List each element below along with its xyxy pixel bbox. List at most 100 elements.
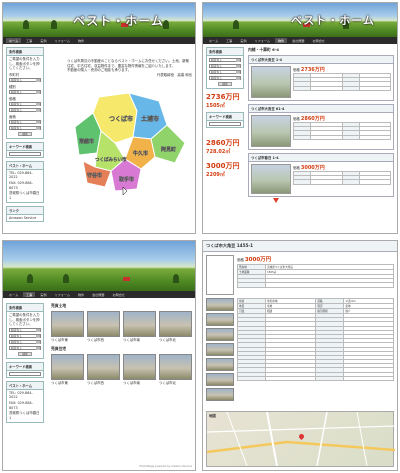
- city-select[interactable]: 指定なし: [9, 327, 41, 332]
- thumb-caption[interactable]: つくば市北: [159, 337, 192, 342]
- price-select[interactable]: 指定なし: [209, 70, 241, 74]
- photo-thumb[interactable]: [206, 313, 234, 326]
- nav-contact[interactable]: お問合せ: [310, 38, 328, 43]
- nav-contact[interactable]: お問合せ: [110, 292, 128, 297]
- thumb-caption[interactable]: つくば市南: [123, 380, 156, 385]
- thumb-caption[interactable]: つくば市東: [51, 337, 84, 342]
- nav-examples[interactable]: 実例: [37, 38, 49, 43]
- area-max-select[interactable]: 指定なし: [9, 125, 41, 130]
- type-select[interactable]: 指定なし: [9, 89, 41, 94]
- thumb-image[interactable]: [51, 311, 84, 337]
- location-map[interactable]: 地図: [206, 411, 395, 467]
- nav-reform[interactable]: リフォーム: [52, 38, 73, 43]
- tree-graphic: [27, 274, 33, 283]
- thumb-item[interactable]: つくば市北: [159, 311, 192, 342]
- listing-card[interactable]: つくば市大角豆 61-4 価格 2860万円: [248, 104, 394, 150]
- thumb-image[interactable]: [159, 311, 192, 337]
- listing-title[interactable]: つくば市大角豆 61-4: [249, 105, 393, 113]
- nav-reform[interactable]: リフォーム: [52, 292, 73, 297]
- region-map: つくば市 土浦市 阿見町 牛久市 常総市 つくばみらい市 守谷市 取手市: [71, 91, 191, 197]
- thumb-image[interactable]: [123, 354, 156, 380]
- thumb-image[interactable]: [51, 354, 84, 380]
- area-select[interactable]: 指定なし: [9, 119, 41, 124]
- thumb-image[interactable]: [87, 311, 120, 337]
- label-ushiku: 牛久市: [133, 150, 148, 157]
- nav-home[interactable]: ホーム: [6, 38, 22, 43]
- photo-thumb[interactable]: [206, 328, 234, 341]
- search-button[interactable]: 検索: [218, 82, 232, 86]
- thumb-item[interactable]: つくば市南: [123, 311, 156, 342]
- search-box: 条件検索 ご希望の条件を入力し、検索ボタンを押してください。 指定なし 指定なし…: [6, 303, 44, 359]
- listing-price: 3000万円: [300, 165, 325, 171]
- thumb-item[interactable]: つくば市西: [87, 354, 120, 385]
- area-select[interactable]: 指定なし: [209, 76, 241, 80]
- nav-property[interactable]: 物件: [75, 292, 87, 297]
- listing-price: 2860万円: [300, 116, 325, 122]
- photo-thumb[interactable]: [206, 388, 234, 401]
- nav-construction[interactable]: 工事: [23, 292, 36, 297]
- thumb-caption[interactable]: つくば市西: [87, 337, 120, 342]
- thumb-item[interactable]: つくば市南: [123, 354, 156, 385]
- price-max-select[interactable]: 指定なし: [9, 107, 41, 112]
- keyword-input[interactable]: [9, 371, 41, 376]
- thumb-image[interactable]: [123, 311, 156, 337]
- type-select[interactable]: 指定なし: [9, 333, 41, 338]
- field-label: 価格: [9, 96, 16, 101]
- thumb-item[interactable]: つくば市東: [51, 354, 84, 385]
- thumb-item[interactable]: つくば市西: [87, 311, 120, 342]
- nav-company[interactable]: 会社概要: [89, 292, 107, 297]
- photo-thumb[interactable]: [206, 343, 234, 356]
- floor-plan-image[interactable]: [251, 115, 291, 147]
- thumb-item[interactable]: つくば市北: [159, 354, 192, 385]
- thumb-image[interactable]: [159, 354, 192, 380]
- tree-graphic: [233, 20, 239, 29]
- search-intro: ご希望の条件を入力し、検索ボタンを押してください。: [9, 57, 40, 71]
- nav-company[interactable]: 会社概要: [289, 38, 307, 43]
- company-box: ベスト・ホーム TEL: 029-864-2022 FAX: 029-864-8…: [6, 160, 44, 204]
- search-button[interactable]: 検索: [18, 351, 32, 356]
- floor-plan-image[interactable]: [251, 164, 291, 194]
- thumb-caption[interactable]: つくば市北: [159, 380, 192, 385]
- photo-thumb[interactable]: [206, 298, 234, 311]
- thumb-caption[interactable]: つくば市西: [87, 380, 120, 385]
- rank-link[interactable]: Amazon Service: [7, 215, 43, 221]
- nav-home[interactable]: ホーム: [6, 292, 21, 297]
- nav-construction[interactable]: 工事: [223, 38, 235, 43]
- site-logo[interactable]: ベスト・ホーム: [73, 12, 164, 29]
- listing-area: 728.02㎡: [206, 149, 231, 155]
- listing-column: 内緒・十壽町 6-4 つくば市大角豆 1-4 価格 2736万円 つくば市大角豆…: [248, 47, 394, 200]
- listing-title[interactable]: つくば市春日 1-4: [249, 154, 393, 162]
- nav-home[interactable]: ホーム: [206, 38, 221, 43]
- listing-title[interactable]: つくば市大角豆 1-4: [249, 56, 393, 64]
- intro-section: つくば市周辺の不動産のことならベスト・ホームにお任せください。土地、新築住宅、中…: [67, 59, 192, 77]
- nav-property[interactable]: 物件: [274, 38, 288, 43]
- listing-card[interactable]: つくば市春日 1-4 価格 3000万円: [248, 153, 394, 197]
- thumb-caption[interactable]: つくば市東: [51, 380, 84, 385]
- city-select[interactable]: 指定なし: [209, 58, 241, 62]
- listing-card[interactable]: つくば市大角豆 1-4 価格 2736万円: [248, 55, 394, 101]
- area-select[interactable]: 指定なし: [9, 345, 41, 350]
- thumb-image[interactable]: [87, 354, 120, 380]
- city-select[interactable]: 指定なし: [9, 77, 41, 82]
- thumb-caption[interactable]: つくば市南: [123, 337, 156, 342]
- nav-property[interactable]: 物件: [75, 38, 87, 43]
- photo-thumb[interactable]: [206, 358, 234, 371]
- keyword-input[interactable]: [209, 122, 241, 126]
- site-logo[interactable]: ベスト・ホーム: [291, 12, 375, 28]
- search-button[interactable]: 検索: [18, 131, 32, 136]
- price-select[interactable]: 指定なし: [9, 339, 41, 344]
- thumb-item[interactable]: つくば市東: [51, 311, 84, 342]
- floor-plan-image[interactable]: [206, 255, 234, 295]
- nav-examples[interactable]: 実例: [237, 38, 249, 43]
- search-box-title: 条件検索: [207, 48, 243, 56]
- type-select[interactable]: 指定なし: [209, 64, 241, 68]
- keyword-input[interactable]: [9, 151, 41, 156]
- nav-examples[interactable]: 実例: [37, 292, 49, 297]
- floor-plan-image[interactable]: [251, 66, 291, 98]
- tree-graphic: [63, 274, 69, 283]
- nav-construction[interactable]: 工事: [23, 38, 35, 43]
- photo-thumb[interactable]: [206, 373, 234, 386]
- price-select[interactable]: 指定なし: [9, 101, 41, 106]
- nav-reform[interactable]: リフォーム: [252, 38, 273, 43]
- keyword-title: キーワード検索: [7, 142, 43, 151]
